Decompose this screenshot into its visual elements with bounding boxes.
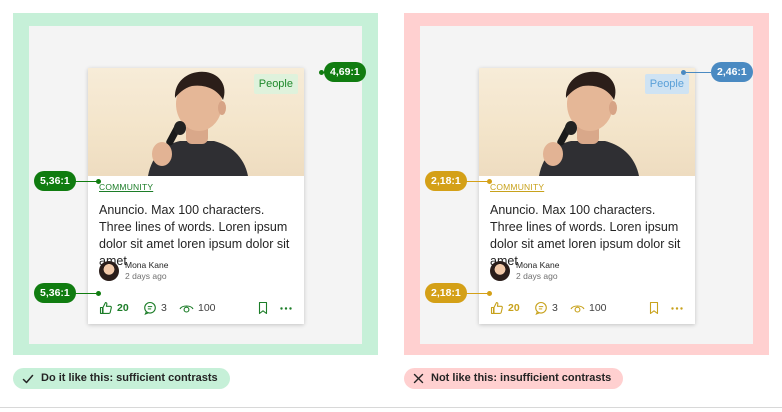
news-card[interactable]: People COMMUNITY Anuncio. Max 100 charac…	[479, 68, 695, 324]
category-link[interactable]: COMMUNITY	[490, 182, 544, 192]
action-contrast-badge: 5,36:1	[34, 283, 76, 303]
like-button[interactable]: 20	[99, 300, 129, 316]
good-example-canvas: People COMMUNITY Anuncio. Max 100 charac…	[29, 26, 362, 344]
author-timestamp: 2 days ago	[516, 271, 558, 281]
category-contrast-badge: 2,18:1	[425, 171, 467, 191]
action-contrast-badge: 2,18:1	[425, 283, 467, 303]
author-avatar	[99, 261, 119, 281]
bookmark-icon	[258, 301, 268, 315]
comment-icon	[144, 301, 156, 315]
card-photo: People	[479, 68, 695, 176]
card-photo: People	[88, 68, 304, 176]
bad-caption-text: Not like this: insufficient contrasts	[431, 372, 612, 384]
card-actions: 20 3 100	[490, 300, 690, 316]
comment-count: 3	[161, 302, 167, 314]
author-name[interactable]: Mona Kane	[516, 260, 559, 270]
good-example-panel: People COMMUNITY Anuncio. Max 100 charac…	[13, 13, 378, 355]
more-icon	[671, 307, 683, 310]
bottom-divider	[0, 407, 782, 408]
bad-example-canvas: People COMMUNITY Anuncio. Max 100 charac…	[420, 26, 753, 344]
eye-icon	[570, 305, 585, 313]
more-options-button[interactable]	[279, 300, 293, 316]
card-actions: 20 3 100	[99, 300, 299, 316]
author-name[interactable]: Mona Kane	[125, 260, 168, 270]
category-ratio-dot	[96, 179, 101, 184]
more-options-button[interactable]	[670, 300, 684, 316]
tag-contrast-badge: 4,69:1	[324, 62, 366, 82]
views-indicator: 100	[179, 300, 216, 316]
good-caption-text: Do it like this: sufficient contrasts	[41, 372, 218, 384]
like-count: 20	[117, 302, 129, 314]
bad-example-caption: Not like this: insufficient contrasts	[404, 368, 624, 389]
comment-button[interactable]: 3	[143, 300, 167, 316]
people-tag[interactable]: People	[644, 74, 689, 94]
comment-count: 3	[552, 302, 558, 314]
thumbs-up-icon	[490, 301, 503, 314]
action-ratio-dot	[487, 291, 492, 296]
comment-icon	[535, 301, 547, 315]
bookmark-button[interactable]	[648, 300, 660, 316]
people-tag[interactable]: People	[253, 74, 298, 94]
category-link[interactable]: COMMUNITY	[99, 182, 153, 192]
bookmark-icon	[649, 301, 659, 315]
like-count: 20	[508, 302, 520, 314]
more-icon	[280, 307, 292, 310]
author-timestamp: 2 days ago	[125, 271, 167, 281]
bad-example-panel: People COMMUNITY Anuncio. Max 100 charac…	[404, 13, 769, 355]
checkmark-icon	[22, 374, 34, 383]
bookmark-button[interactable]	[257, 300, 269, 316]
thumbs-up-icon	[99, 301, 112, 314]
comment-button[interactable]: 3	[534, 300, 558, 316]
category-ratio-dot	[487, 179, 492, 184]
tag-contrast-badge: 2,46:1	[711, 62, 753, 82]
author-avatar	[490, 261, 510, 281]
tag-ratio-connector	[683, 72, 711, 73]
news-card[interactable]: People COMMUNITY Anuncio. Max 100 charac…	[88, 68, 304, 324]
tag-ratio-dot	[681, 70, 686, 75]
like-button[interactable]: 20	[490, 300, 520, 316]
eye-icon	[179, 305, 194, 313]
action-ratio-dot	[96, 291, 101, 296]
cross-icon	[413, 373, 424, 384]
views-indicator: 100	[570, 300, 607, 316]
view-count: 100	[198, 302, 216, 314]
view-count: 100	[589, 302, 607, 314]
good-example-caption: Do it like this: sufficient contrasts	[13, 368, 230, 389]
category-contrast-badge: 5,36:1	[34, 171, 76, 191]
